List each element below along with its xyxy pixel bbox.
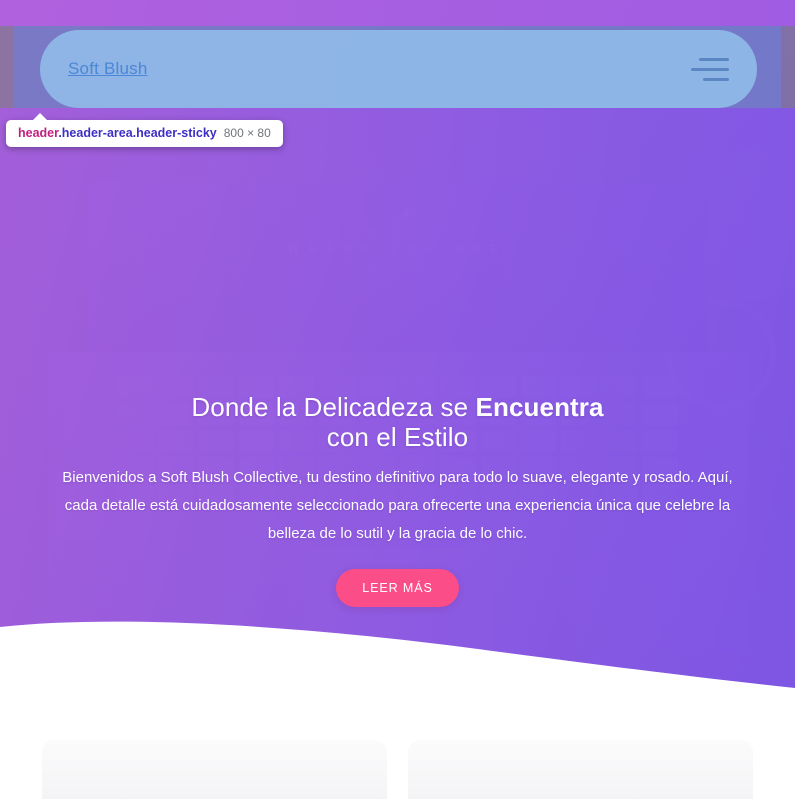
hero-title-emphasis: Encuentra: [475, 392, 604, 422]
feature-card-right[interactable]: [408, 740, 753, 799]
hamburger-bar-middle: [691, 67, 729, 71]
site-header: Soft Blush: [40, 30, 757, 108]
brand-logo-link[interactable]: Soft Blush: [68, 59, 148, 79]
inspector-dimensions: 800 × 80: [223, 126, 271, 140]
hero-title-line-2: con el Estilo: [326, 422, 469, 452]
inspector-tooltip: header.header-area.header-sticky 800 × 80: [6, 113, 283, 147]
hamburger-bar-top: [699, 57, 729, 61]
hero-paragraph: Bienvenidos a Soft Blush Collective, tu …: [62, 469, 733, 542]
hamburger-menu-icon[interactable]: [685, 53, 729, 85]
hero-title: Donde la Delicadeza se Encuentra con el …: [0, 392, 795, 452]
inspector-tag-name: header: [18, 126, 59, 140]
next-section: [0, 712, 795, 799]
wave-divider: [0, 621, 795, 712]
page-top-strip: [0, 0, 795, 26]
hero-title-regular: Donde la Delicadeza se: [191, 392, 476, 422]
inspector-class-names: .header-area.header-sticky: [58, 126, 217, 140]
page-root: THIS IS WHERE YOU ARE Stay Calm Donde la…: [0, 0, 795, 799]
hamburger-bar-bottom: [703, 77, 729, 81]
feature-card-left[interactable]: [42, 740, 387, 799]
